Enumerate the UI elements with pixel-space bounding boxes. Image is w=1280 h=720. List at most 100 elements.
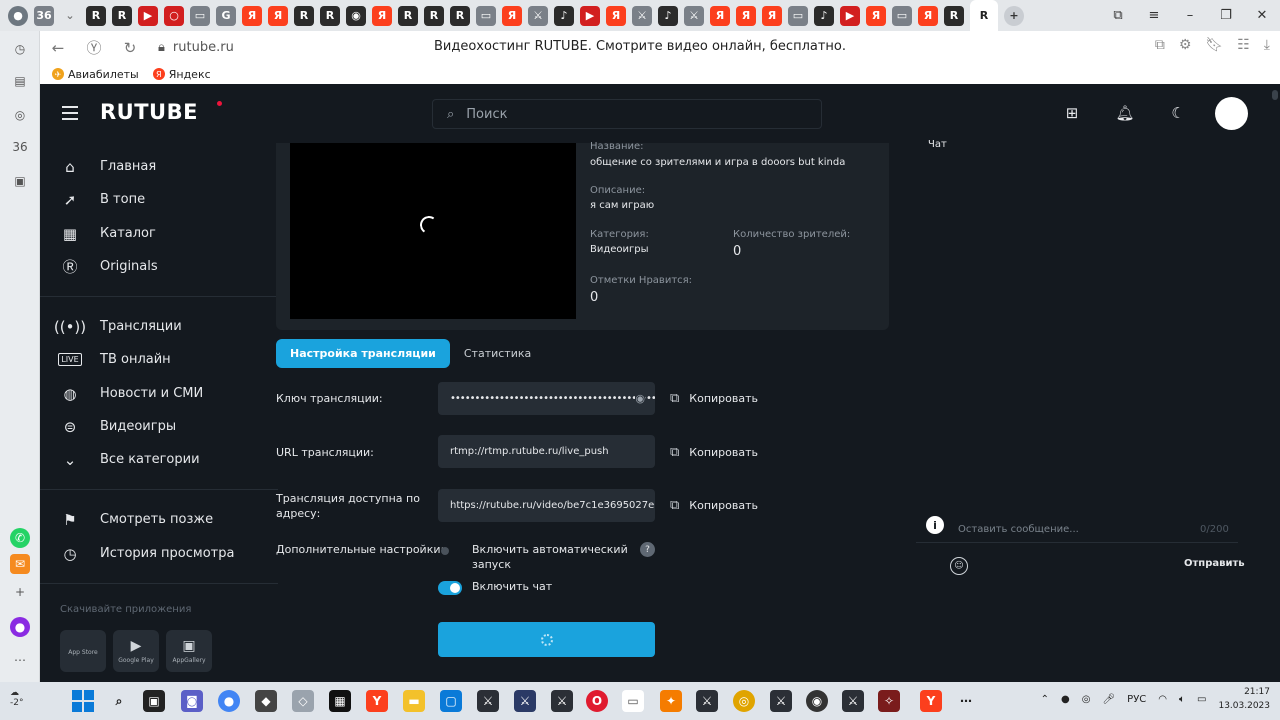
app-icon[interactable]: ⚔	[551, 690, 573, 712]
app-icon[interactable]: ◇	[292, 690, 314, 712]
save-button[interactable]	[438, 622, 655, 657]
tab-rutube-icon[interactable]: R	[320, 5, 340, 26]
reload-icon[interactable]: ↻	[112, 39, 148, 57]
tab-yandex-icon[interactable]: Я	[710, 5, 730, 26]
hamburger-menu-icon[interactable]	[62, 106, 78, 120]
history-icon[interactable]: ◷	[10, 39, 30, 59]
tab-statistics[interactable]: Статистика	[450, 339, 545, 368]
tab-yandex-icon[interactable]: Я	[606, 5, 626, 26]
microphone-icon[interactable]: 🎤︎	[1102, 694, 1115, 705]
tab-yandex-icon[interactable]: Я	[242, 5, 262, 26]
scroll-thumb[interactable]	[1272, 90, 1278, 100]
tab-page-icon[interactable]: ⚔	[684, 5, 704, 26]
nav-item-games[interactable]: ⊜ Видеоигры	[40, 410, 258, 443]
info-icon[interactable]: i	[926, 516, 944, 534]
tab-page-icon[interactable]: ▭	[190, 5, 210, 26]
eye-icon[interactable]: ◉	[635, 392, 645, 405]
url-box[interactable]: 🔒︎ rutube.ru	[158, 40, 234, 55]
avatar[interactable]	[1215, 97, 1248, 130]
tab-yandex-icon[interactable]: Я	[736, 5, 756, 26]
tab-youtube-icon[interactable]: ▶	[138, 5, 158, 26]
start-button[interactable]	[72, 690, 94, 712]
tab-youtube-icon[interactable]: ▶	[840, 5, 860, 26]
tab-yandex-icon[interactable]: Я	[866, 5, 886, 26]
tab-obs-icon[interactable]: ◉	[346, 5, 366, 26]
tab-rutube-icon[interactable]: R	[424, 5, 444, 26]
tab-rutube-icon[interactable]: R	[450, 5, 470, 26]
download-icon[interactable]: ⤓	[1264, 37, 1270, 53]
tab-yandex-icon[interactable]: Я	[502, 5, 522, 26]
yandex-icon[interactable]: Y	[920, 690, 942, 712]
reader-icon[interactable]: ☷	[1237, 37, 1250, 53]
tab-yandex-icon[interactable]: Я	[372, 5, 392, 26]
stream-url-field[interactable]: rtmp://rtmp.rutube.ru/live_push	[438, 435, 655, 468]
alice-icon[interactable]: ●	[10, 617, 30, 637]
tab-yandex-icon[interactable]: Я	[268, 5, 288, 26]
yandex-browser-icon[interactable]: Y	[366, 690, 388, 712]
weather-widget[interactable]: ☁ -2°	[10, 688, 23, 708]
app-icon[interactable]: ⚔	[842, 690, 864, 712]
app-gallery-button[interactable]: ▣ AppGallery	[166, 630, 212, 672]
tab-page-icon[interactable]: ⚔	[632, 5, 652, 26]
tab-yandex-icon[interactable]: Я	[762, 5, 782, 26]
video-player[interactable]	[290, 143, 576, 319]
app-icon[interactable]: ⚔	[770, 690, 792, 712]
file-explorer-icon[interactable]: ▬	[403, 690, 425, 712]
yandex-home-icon[interactable]: Ⓨ	[76, 37, 112, 58]
help-icon[interactable]: ?	[640, 542, 655, 557]
back-icon[interactable]: ←	[40, 39, 76, 57]
tab-youtube-icon[interactable]: ▶	[580, 5, 600, 26]
nav-item-catalog[interactable]: ▦ Каталог	[40, 217, 258, 250]
auto-start-toggle[interactable]	[438, 544, 462, 558]
app-icon[interactable]: ◆	[255, 690, 277, 712]
tab-tiktok-icon[interactable]: ♪	[554, 5, 574, 26]
app-icon[interactable]: ▦	[329, 690, 351, 712]
add-panel-icon[interactable]: +	[10, 582, 30, 602]
app-icon[interactable]: ✧	[878, 690, 900, 712]
nav-item-top[interactable]: ➚ В топе	[40, 183, 258, 216]
nav-item-originals[interactable]: Ⓡ Originals	[40, 250, 258, 283]
tab-page-icon[interactable]: ▭	[788, 5, 808, 26]
nav-item-news[interactable]: ◍ Новости и СМИ	[40, 377, 258, 410]
tray-app-icon[interactable]: ●	[1061, 694, 1070, 705]
app-icon[interactable]: ▢	[440, 690, 462, 712]
task-view-icon[interactable]: ▣	[143, 690, 165, 712]
tab-counter[interactable]: 36	[34, 5, 54, 26]
tab-rutube-icon[interactable]: R	[86, 5, 106, 26]
stream-address-field[interactable]: https://rutube.ru/video/be7c1e3695027e6c…	[438, 489, 655, 522]
new-tab-icon[interactable]: +	[1004, 5, 1024, 26]
tab-rutube-icon[interactable]: R	[294, 5, 314, 26]
chevron-down-icon[interactable]: ⌄	[60, 6, 80, 26]
menu-icon[interactable]: ≡	[1136, 8, 1172, 23]
screenshot-icon[interactable]: ▣	[10, 171, 30, 191]
close-icon[interactable]: ✕	[1244, 8, 1280, 23]
page-scrollbar[interactable]	[1270, 84, 1280, 682]
nav-item-all-categories[interactable]: ⌄ Все категории	[40, 443, 258, 476]
tab-tiktok-icon[interactable]: ♪	[814, 5, 834, 26]
tab-page-icon[interactable]: ▭	[476, 5, 496, 26]
send-button[interactable]: Отправить	[1184, 558, 1245, 569]
google-play-button[interactable]: ▶ Google Play	[113, 630, 159, 672]
tab-google-icon[interactable]: G	[216, 5, 236, 26]
tab-rutube-icon[interactable]: R	[112, 5, 132, 26]
notepad-icon[interactable]: ▭	[622, 690, 644, 712]
stream-key-field[interactable]: ••••••••••••••••••••••••••••••••••••••••…	[438, 382, 655, 415]
extension-icon[interactable]: ⚙	[1179, 37, 1192, 53]
chrome-icon[interactable]: ●	[218, 690, 240, 712]
tab-rutube-active[interactable]: R	[970, 0, 998, 31]
nav-item-history[interactable]: ◷ История просмотра	[40, 537, 258, 570]
site-logo[interactable]: RUTUBE	[100, 100, 198, 124]
more-icon[interactable]: ⋯	[10, 650, 30, 670]
nav-item-watch-later[interactable]: ⚑ Смотреть позже	[40, 503, 258, 536]
tab-page-icon[interactable]: ▭	[892, 5, 912, 26]
mail-icon[interactable]: ✉	[10, 554, 30, 574]
wifi-icon[interactable]: ◠	[1158, 694, 1167, 705]
app-store-button[interactable]: App Store	[60, 630, 106, 672]
app-icon[interactable]: ⚔	[696, 690, 718, 712]
upload-icon[interactable]: ⊞	[1062, 103, 1082, 123]
search-icon[interactable]: ⌕	[108, 690, 130, 712]
tab-rutube-icon[interactable]: R	[944, 5, 964, 26]
app-icon[interactable]: ✦	[660, 690, 682, 712]
minimize-icon[interactable]: –	[1172, 8, 1208, 23]
bookmark-yandex[interactable]: Я Яндекс	[152, 68, 211, 81]
